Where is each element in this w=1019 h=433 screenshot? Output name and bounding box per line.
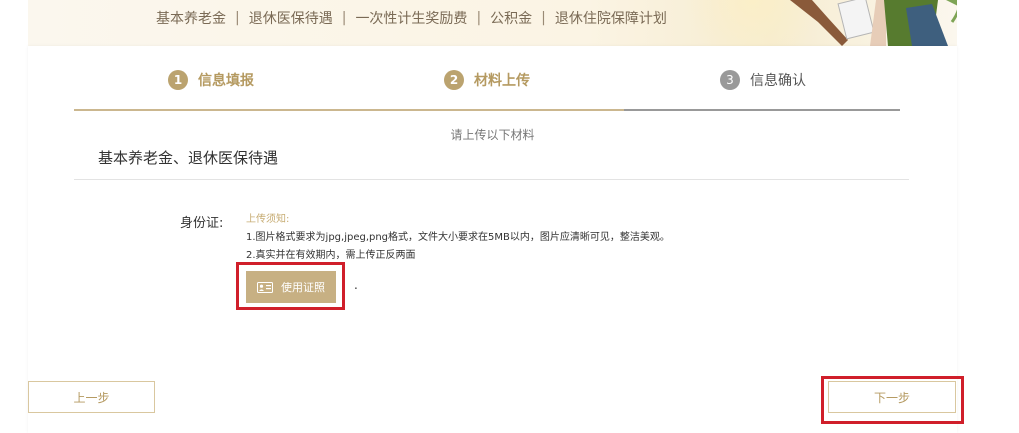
top-banner: 基本养老金 | 退休医保待遇 | 一次性计生奖励费 | 公积金 | 退休住院保障… <box>28 0 957 46</box>
nav-link-family-planning-reward[interactable]: 一次性计生奖励费 <box>355 8 467 28</box>
step-number: 2 <box>444 70 464 90</box>
step-pending-line <box>624 109 900 111</box>
step-label: 材料上传 <box>474 73 530 89</box>
upload-hint: 请上传以下材料 <box>450 128 535 142</box>
step-progress: 1 信息填报 2 材料上传 3 信息确认 <box>74 46 900 111</box>
use-certificate-button[interactable]: 使用证照 <box>246 271 336 303</box>
notice-line-validity: 2.真实并在有效期内，需上传正反两面 <box>246 250 416 261</box>
step-label: 信息确认 <box>750 73 806 89</box>
nav-link-retiree-medical[interactable]: 退休医保待遇 <box>249 8 333 28</box>
step-number: 1 <box>168 70 188 90</box>
nav-separator: | <box>476 10 482 26</box>
step-material-upload: 2 材料上传 <box>444 70 530 90</box>
nav-separator: | <box>235 10 240 26</box>
step-label: 信息填报 <box>198 73 254 89</box>
upload-notice: 上传须知: 1.图片格式要求为jpg,jpeg,png格式，文件大小要求在5MB… <box>246 211 670 265</box>
step-info-fill: 1 信息填报 <box>168 70 254 90</box>
illustration-figures <box>790 0 957 46</box>
notice-line-format: 1.图片格式要求为jpg,jpeg,png格式，文件大小要求在5MB以内，图片应… <box>246 232 670 243</box>
section-divider <box>74 179 909 180</box>
prev-step-button[interactable]: 上一步 <box>28 381 155 413</box>
id-card-icon <box>257 281 273 293</box>
nav-separator: | <box>341 10 347 26</box>
use-certificate-label: 使用证照 <box>281 281 325 294</box>
nav-link-retiree-hospital-plan[interactable]: 退休住院保障计划 <box>555 8 667 28</box>
nav-link-housing-fund[interactable]: 公积金 <box>490 8 532 28</box>
step-info-confirm: 3 信息确认 <box>720 70 806 90</box>
top-nav: 基本养老金 | 退休医保待遇 | 一次性计生奖励费 | 公积金 | 退休住院保障… <box>156 8 667 28</box>
notice-title: 上传须知: <box>246 214 290 225</box>
step-number: 3 <box>720 70 740 90</box>
id-card-label: 身份证: <box>180 216 224 231</box>
nav-link-pension[interactable]: 基本养老金 <box>156 8 226 28</box>
section-title: 基本养老金、退休医保待遇 <box>98 149 279 167</box>
nav-separator: | <box>541 10 546 26</box>
trailing-mark: . <box>354 278 358 292</box>
next-step-button[interactable]: 下一步 <box>828 381 956 413</box>
main-card: 1 信息填报 2 材料上传 3 信息确认 请上传以下材料 基本养老金、退休医保待… <box>28 46 957 433</box>
